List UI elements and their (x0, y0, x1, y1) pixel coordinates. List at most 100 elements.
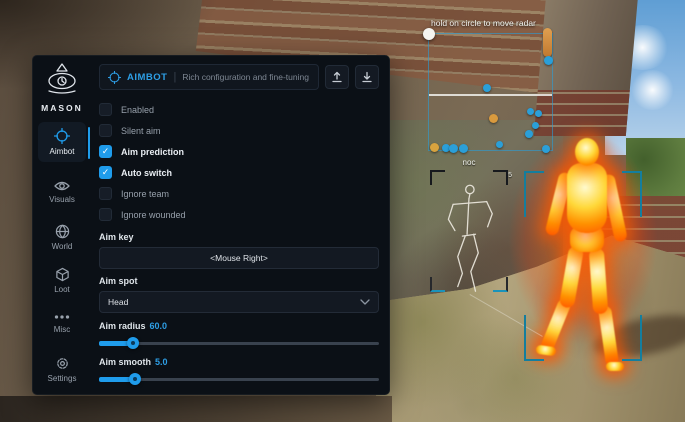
globe-icon (55, 224, 70, 239)
panel-content: AIMBOT | Rich configuration and fine-tun… (99, 64, 379, 385)
radar-blip (532, 122, 539, 129)
checkbox-row[interactable]: Ignore team (99, 183, 379, 204)
slider-title: Aim smooth (99, 357, 151, 367)
skeleton-esp-figure (438, 182, 498, 294)
sidebar-item-world[interactable]: World (38, 224, 86, 251)
radar-blip (489, 114, 498, 123)
radar-blip (542, 145, 550, 153)
screenshot-root: hold on circle to move radar (0, 0, 685, 422)
skeleton-esp-box: noc 5 (430, 160, 508, 292)
bracket-bottom-left (524, 315, 544, 361)
aim-radius-label: Aim radius 60.0 (99, 321, 379, 331)
checkbox[interactable] (99, 145, 112, 158)
sidebar-item-loot[interactable]: Loot (38, 267, 86, 294)
title-separator: | (173, 71, 176, 83)
sidebar-item-label: Settings (48, 374, 77, 383)
sidebar-item-label: Loot (54, 285, 70, 294)
slider-value: 5.0 (155, 357, 168, 367)
aim-key-label: Aim key (99, 232, 379, 242)
sidebar-item-label: Visuals (49, 195, 75, 204)
gear-icon (55, 356, 70, 371)
import-config-button[interactable] (355, 65, 379, 89)
aim-spot-value: Head (108, 297, 128, 307)
radar-blip (449, 144, 458, 153)
aim-smooth-label: Aim smooth 5.0 (99, 357, 379, 367)
active-indicator-bar (88, 127, 91, 159)
radar-blip (496, 141, 503, 148)
checkbox-row[interactable]: Silent aim (99, 120, 379, 141)
ellipsis-icon (54, 312, 70, 322)
slider-thumb[interactable] (127, 337, 139, 349)
export-config-button[interactable] (325, 65, 349, 89)
esp-distance: 5 (508, 172, 512, 179)
radar-marker-capsule (543, 28, 552, 57)
cloud (630, 70, 675, 110)
radar-drag-handle[interactable] (423, 28, 435, 40)
checkbox-row[interactable]: Ignore wounded (99, 204, 379, 225)
slider-thumb[interactable] (129, 373, 141, 385)
esp-corner-frame (430, 170, 508, 292)
radar-blip (525, 130, 533, 138)
checkbox-label: Auto switch (121, 168, 172, 178)
checkbox-list: Enabled Silent aim Aim prediction (99, 99, 379, 225)
bracket-bottom-right (622, 315, 642, 361)
radar-axis-line (429, 94, 552, 96)
module-title-bar: AIMBOT | Rich configuration and fine-tun… (99, 64, 319, 90)
checkbox[interactable] (99, 208, 112, 221)
upload-icon (331, 71, 343, 83)
radar-blip (535, 110, 542, 117)
mason-eye-icon (42, 62, 82, 96)
checkbox-label: Silent aim (121, 126, 161, 136)
slider-value: 60.0 (150, 321, 168, 331)
checkbox-label: Ignore team (121, 189, 169, 199)
slider-track[interactable] (99, 342, 379, 345)
checkbox-label: Ignore wounded (121, 210, 186, 220)
aim-smooth-slider[interactable] (99, 373, 379, 385)
player-esp-box (524, 171, 642, 361)
module-title: AIMBOT (127, 72, 167, 83)
radar-blip (430, 143, 439, 152)
esp-player-name: noc (430, 158, 508, 167)
sidebar-item-visuals[interactable]: Visuals (38, 180, 86, 204)
aim-radius-slider[interactable] (99, 337, 379, 349)
crosshair-icon (108, 71, 121, 84)
sidebar-item-settings[interactable]: Settings (38, 356, 86, 383)
player-head (575, 138, 599, 166)
sidebar-item-label: Misc (54, 325, 70, 334)
aim-spot-select[interactable]: Head (99, 291, 379, 313)
checkbox[interactable] (99, 124, 112, 137)
player-foot (606, 362, 624, 371)
radar-marker-dot (544, 56, 553, 65)
radar: hold on circle to move radar (428, 33, 553, 151)
panel-header: AIMBOT | Rich configuration and fine-tun… (99, 64, 379, 90)
download-icon (361, 71, 373, 83)
radar-blip (483, 84, 491, 92)
sidebar-item-misc[interactable]: Misc (38, 312, 86, 334)
checkbox-label: Enabled (121, 105, 154, 115)
brand-logo: MASON (38, 62, 86, 113)
radar-blip (527, 108, 534, 115)
brand-name: MASON (38, 103, 86, 113)
eye-icon (54, 180, 70, 192)
checkbox[interactable] (99, 166, 112, 179)
chevron-down-icon (360, 299, 370, 305)
radar-hint-text: hold on circle to move radar (431, 18, 591, 28)
slider-title: Aim radius (99, 321, 146, 331)
module-subtitle: Rich configuration and fine-tuning (182, 72, 309, 82)
sidebar-item-aimbot[interactable]: Aimbot (38, 122, 86, 162)
bracket-top-left (524, 171, 544, 217)
bracket-top-right (622, 171, 642, 217)
aim-spot-label: Aim spot (99, 276, 379, 286)
checkbox[interactable] (99, 103, 112, 116)
aim-key-bind-button[interactable]: <Mouse Right> (99, 247, 379, 269)
checkbox-row[interactable]: Aim prediction (99, 141, 379, 162)
sidebar-item-label: Aimbot (50, 147, 75, 156)
ground-strip-bottom (0, 396, 392, 422)
checkbox-row[interactable]: Enabled (99, 99, 379, 120)
radar-blip (459, 144, 468, 153)
checkbox-row[interactable]: Auto switch (99, 162, 379, 183)
checkbox[interactable] (99, 187, 112, 200)
cheat-menu-window: MASON Aimbot Visuals World (32, 55, 390, 395)
crosshair-icon (54, 128, 70, 144)
sidebar-item-label: World (52, 242, 73, 251)
